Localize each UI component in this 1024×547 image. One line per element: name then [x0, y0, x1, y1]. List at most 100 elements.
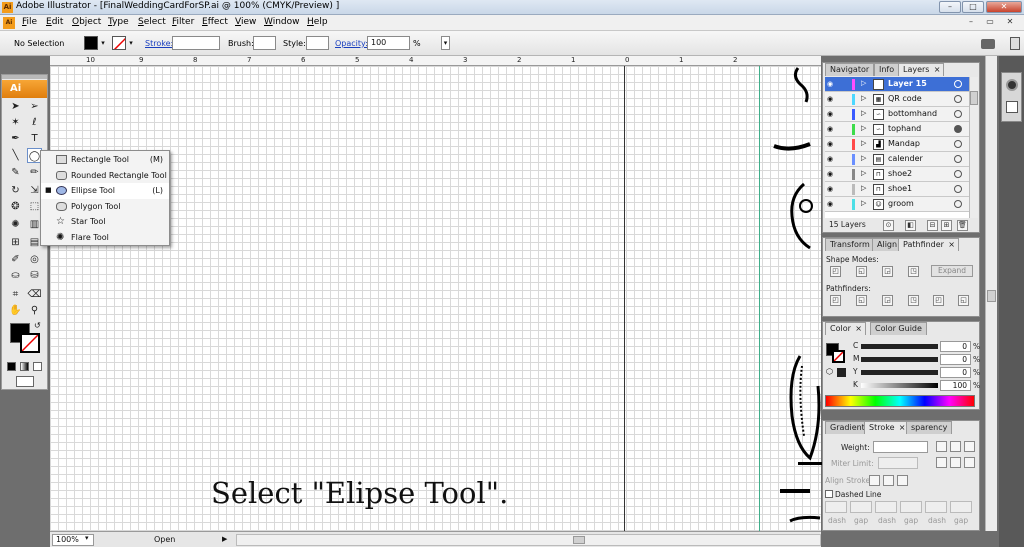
menu-object[interactable]: Object: [72, 17, 101, 27]
stroke-color-swatch[interactable]: [832, 350, 845, 363]
layer-row[interactable]: ◉ ▷ ⊓ shoe2: [825, 167, 969, 182]
unite-icon[interactable]: ◰: [830, 266, 841, 277]
eye-icon[interactable]: ◉: [827, 125, 833, 133]
expand-arrow-icon[interactable]: ▷: [861, 199, 866, 207]
lasso-tool-icon[interactable]: ℓ: [27, 115, 42, 130]
live-paint-bucket-tool-icon[interactable]: ⛀: [8, 268, 23, 283]
tab-pathfinder[interactable]: Pathfinder ×: [898, 238, 959, 251]
weight-field[interactable]: [873, 441, 928, 453]
intersect-icon[interactable]: ◲: [882, 266, 893, 277]
layers-scroll-thumb[interactable]: [970, 91, 978, 105]
green-guide-line[interactable]: [759, 66, 760, 531]
type-tool-icon[interactable]: T: [27, 131, 42, 146]
layer-name[interactable]: shoe1: [888, 184, 912, 193]
stroke-swatch[interactable]: [112, 36, 126, 50]
menu-help[interactable]: Help: [307, 17, 328, 27]
magenta-slider[interactable]: [861, 357, 938, 362]
last-color-icon[interactable]: [837, 368, 846, 377]
menu-view[interactable]: View: [235, 17, 256, 27]
menu-select[interactable]: Select: [138, 17, 166, 27]
appearance-icon[interactable]: [1006, 79, 1018, 91]
minimize-button[interactable]: –: [939, 1, 961, 13]
target-icon[interactable]: [954, 125, 962, 133]
tab-close-icon[interactable]: ×: [855, 323, 862, 335]
yellow-value-field[interactable]: 0: [940, 367, 971, 378]
expand-arrow-icon[interactable]: ▷: [861, 124, 866, 132]
dashed-line-checkbox[interactable]: [825, 490, 833, 498]
magenta-value-field[interactable]: 0: [940, 354, 971, 365]
divide-icon[interactable]: ◰: [830, 295, 841, 306]
new-sublayer-icon[interactable]: ⊟: [927, 220, 938, 231]
mesh-tool-icon[interactable]: ⊞: [8, 235, 23, 250]
outline-icon[interactable]: ◰: [933, 295, 944, 306]
pen-tool-icon[interactable]: ✒: [8, 131, 23, 146]
layer-row[interactable]: ◉ ▷ ⊓ shoe1: [825, 182, 969, 197]
join-bevel-icon[interactable]: [964, 457, 975, 468]
menu-effect[interactable]: Effect: [202, 17, 228, 27]
zoom-tool-icon[interactable]: ⚲: [27, 303, 42, 318]
toolbox-grip[interactable]: [2, 75, 47, 79]
layer-row[interactable]: ◉ ▷ Layer 15: [825, 77, 969, 92]
vertical-scroll-thumb[interactable]: [987, 290, 996, 302]
selection-tool-icon[interactable]: ➤: [8, 99, 23, 114]
stroke-color-swatch[interactable]: [20, 333, 40, 353]
live-paint-selection-tool-icon[interactable]: ⛁: [27, 268, 42, 283]
maximize-button[interactable]: □: [962, 1, 984, 13]
expand-arrow-icon[interactable]: ▷: [861, 79, 866, 87]
yellow-slider[interactable]: [861, 370, 938, 375]
stroke-dropdown-icon[interactable]: ▾: [127, 37, 135, 49]
layer-row[interactable]: ◉ ▷ ∽ bottomhand: [825, 107, 969, 122]
join-miter-icon[interactable]: [936, 457, 947, 468]
arrange-documents-icon[interactable]: [981, 39, 995, 49]
delete-layer-icon[interactable]: 🗑: [957, 220, 968, 231]
align-center-icon[interactable]: [869, 475, 880, 486]
close-button[interactable]: ✕: [986, 1, 1022, 13]
warp-tool-icon[interactable]: ❂: [8, 199, 23, 214]
layer-name[interactable]: QR code: [888, 94, 922, 103]
layers-scrollbar[interactable]: [969, 77, 978, 218]
menu-edit[interactable]: Edit: [46, 17, 63, 27]
cyan-value-field[interactable]: 0: [940, 341, 971, 352]
magic-wand-tool-icon[interactable]: ✶: [8, 115, 23, 130]
flyout-item-flare-tool[interactable]: ✺ Flare Tool: [41, 230, 169, 246]
target-icon[interactable]: [954, 110, 962, 118]
flyout-item-rectangle-tool[interactable]: Rectangle Tool (M): [41, 152, 169, 168]
menu-file[interactable]: File: [22, 17, 37, 27]
expand-arrow-icon[interactable]: ▷: [861, 184, 866, 192]
menu-type[interactable]: Type: [108, 17, 129, 27]
direct-selection-tool-icon[interactable]: ➢: [27, 99, 42, 114]
target-icon[interactable]: [954, 200, 962, 208]
join-round-icon[interactable]: [950, 457, 961, 468]
tab-color-guide[interactable]: Color Guide: [870, 322, 927, 335]
doc-close-button[interactable]: ✕: [1003, 16, 1017, 29]
eye-icon[interactable]: ◉: [827, 140, 833, 148]
gap-field[interactable]: [950, 501, 972, 513]
black-slider[interactable]: [861, 383, 938, 388]
locate-object-icon[interactable]: ⊙: [883, 220, 894, 231]
layer-name[interactable]: tophand: [888, 124, 921, 133]
menu-window[interactable]: Window: [264, 17, 300, 27]
align-outside-icon[interactable]: [897, 475, 908, 486]
layer-row[interactable]: ◉ ▷ ▤ calender: [825, 152, 969, 167]
target-icon[interactable]: [954, 185, 962, 193]
layer-row[interactable]: ◉ ▷ ∽ tophand: [825, 122, 969, 137]
panel-menu-icon[interactable]: [1010, 37, 1020, 50]
miter-limit-field[interactable]: [878, 457, 918, 469]
new-layer-icon[interactable]: ⊞: [941, 220, 952, 231]
black-value-field[interactable]: 100: [940, 380, 971, 391]
swap-colors-icon[interactable]: ↺: [34, 321, 41, 330]
none-mode-icon[interactable]: [33, 362, 42, 371]
tab-info[interactable]: Info: [874, 63, 900, 76]
stroke-weight-field[interactable]: [172, 36, 220, 50]
tab-navigator[interactable]: Navigator: [825, 63, 875, 76]
graphic-styles-icon[interactable]: [1006, 101, 1018, 113]
tab-color[interactable]: Color ×: [825, 322, 866, 335]
layer-row[interactable]: ◉ ▷ ▟ Mandap: [825, 137, 969, 152]
gap-field[interactable]: [900, 501, 922, 513]
stroke-label[interactable]: Stroke:: [145, 39, 173, 48]
vertical-scrollbar[interactable]: [985, 56, 997, 531]
doc-restore-button[interactable]: ▭: [983, 16, 997, 29]
symbol-sprayer-tool-icon[interactable]: ✺: [8, 217, 23, 232]
flyout-item-ellipse-tool[interactable]: ■ Ellipse Tool (L): [41, 183, 169, 199]
align-inside-icon[interactable]: [883, 475, 894, 486]
